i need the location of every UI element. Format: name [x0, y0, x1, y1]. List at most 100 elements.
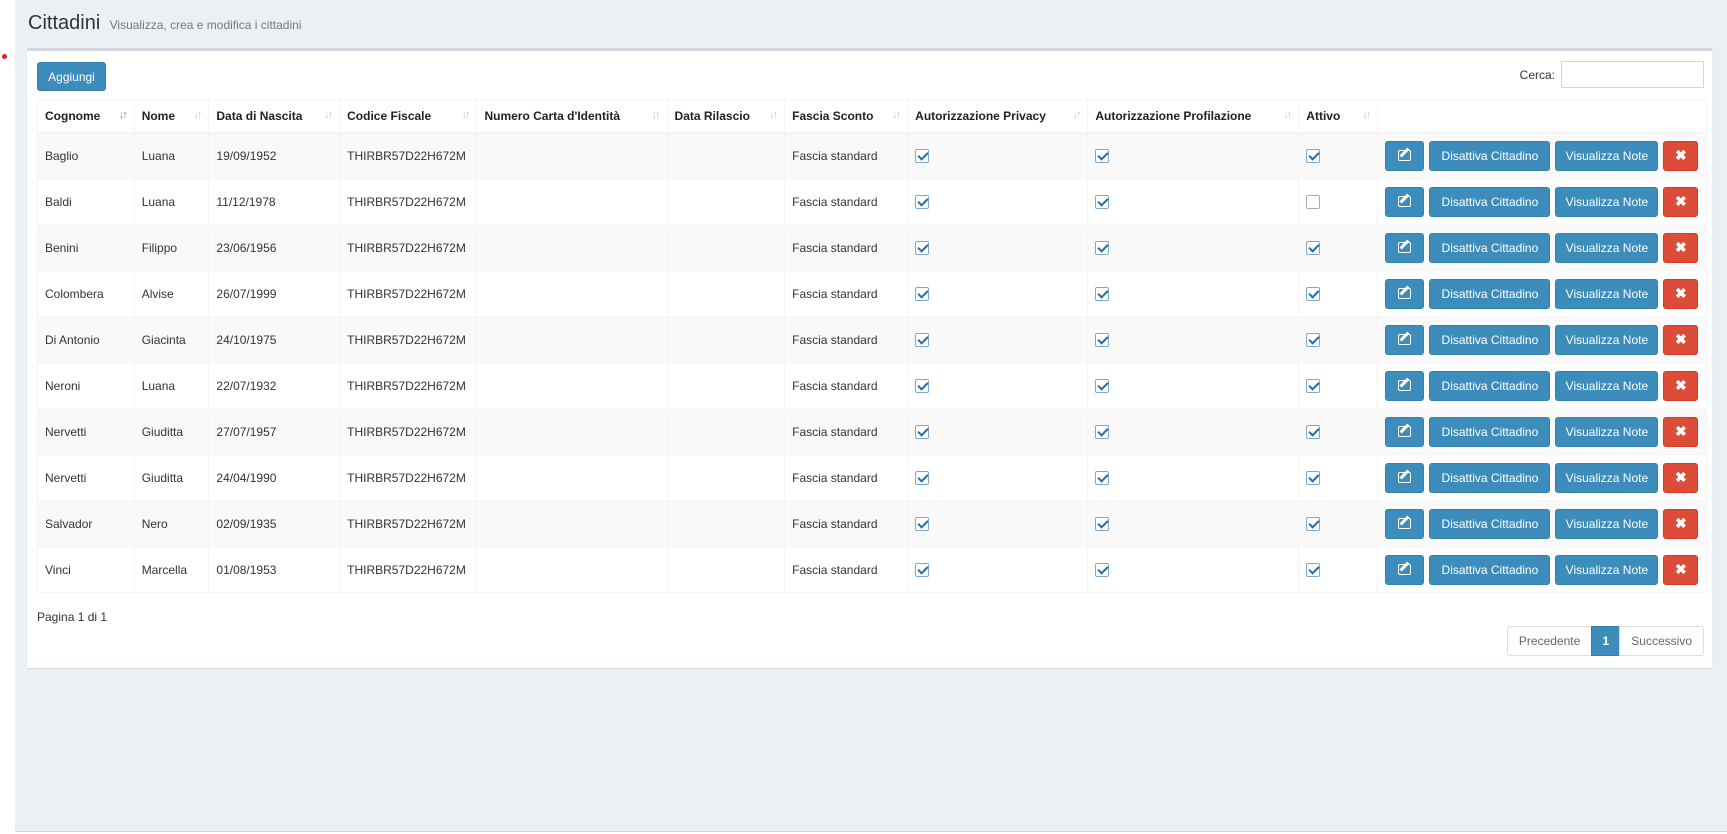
attivo-checkbox[interactable] [1306, 240, 1321, 255]
page-1-button[interactable]: 1 [1591, 626, 1621, 656]
next-page-button[interactable]: Successivo [1619, 626, 1704, 656]
edit-button[interactable] [1385, 186, 1425, 217]
profilazione-checkbox[interactable] [1095, 470, 1110, 485]
cell-actions: Disattiva Cittadino Visualizza Note ✖ [1377, 408, 1707, 455]
profilazione-checkbox[interactable] [1095, 286, 1110, 301]
column-header[interactable]: Codice Fiscale ↓↑ [339, 99, 478, 134]
column-header[interactable]: Numero Carta d'Identità ↓↑ [476, 99, 668, 134]
column-header[interactable]: Fascia Sconto ↓↑ [784, 99, 909, 134]
profilazione-checkbox[interactable] [1095, 424, 1110, 439]
privacy-checkbox[interactable] [915, 240, 930, 255]
deactivate-citizen-button[interactable]: Disattiva Cittadino [1429, 278, 1551, 309]
column-header-label: Cognome [45, 108, 101, 123]
edit-button[interactable] [1385, 324, 1425, 355]
column-header[interactable]: Data Rilascio ↓↑ [666, 99, 786, 134]
delete-button[interactable]: ✖ [1663, 186, 1699, 217]
delete-button[interactable]: ✖ [1663, 416, 1699, 447]
attivo-checkbox[interactable] [1306, 332, 1321, 347]
privacy-checkbox[interactable] [915, 194, 930, 209]
delete-button[interactable]: ✖ [1663, 278, 1699, 309]
deactivate-citizen-button[interactable]: Disattiva Cittadino [1429, 370, 1551, 401]
close-icon: ✖ [1675, 377, 1687, 393]
deactivate-citizen-button[interactable]: Disattiva Cittadino [1429, 508, 1551, 539]
profilazione-checkbox[interactable] [1095, 516, 1110, 531]
delete-button[interactable]: ✖ [1663, 370, 1699, 401]
edit-button[interactable] [1385, 140, 1425, 171]
attivo-checkbox[interactable] [1306, 378, 1321, 393]
attivo-checkbox[interactable] [1306, 470, 1321, 485]
edit-button[interactable] [1385, 462, 1425, 493]
privacy-checkbox[interactable] [915, 516, 930, 531]
view-notes-button[interactable]: Visualizza Note [1555, 370, 1659, 401]
column-header[interactable]: Attivo ↓↑ [1298, 99, 1379, 134]
edit-button[interactable] [1385, 416, 1425, 447]
view-notes-button[interactable]: Visualizza Note [1555, 278, 1659, 309]
privacy-checkbox[interactable] [915, 332, 930, 347]
page-header: Cittadini Visualizza, crea e modifica i … [28, 12, 301, 35]
privacy-checkbox[interactable] [915, 424, 930, 439]
attivo-checkbox[interactable] [1306, 194, 1321, 209]
view-notes-button[interactable]: Visualizza Note [1555, 508, 1659, 539]
column-header[interactable]: Autorizzazione Privacy ↓↑ [907, 99, 1089, 134]
edit-button[interactable] [1385, 370, 1425, 401]
edit-button[interactable] [1385, 508, 1425, 539]
column-header[interactable]: Autorizzazione Profilazione ↓↑ [1087, 99, 1300, 134]
table-row: Di Antonio Giacinta 24/10/1975 THIRBR57D22H… [37, 316, 1707, 363]
cell-nome: Luana [133, 132, 210, 179]
add-button[interactable]: Aggiungi [37, 62, 106, 91]
edit-button[interactable] [1385, 554, 1425, 585]
column-header-label: Data Rilascio [674, 108, 750, 123]
previous-page-button[interactable]: Precedente [1506, 626, 1593, 656]
profilazione-checkbox[interactable] [1095, 240, 1110, 255]
deactivate-citizen-button[interactable]: Disattiva Cittadino [1429, 416, 1551, 447]
search-input[interactable] [1561, 61, 1704, 88]
profilazione-checkbox[interactable] [1095, 562, 1110, 577]
cell-nome: Alvise [133, 270, 210, 317]
delete-button[interactable]: ✖ [1663, 232, 1699, 263]
column-header[interactable]: Data di Nascita ↓↑ [208, 99, 341, 134]
view-notes-button[interactable]: Visualizza Note [1555, 232, 1659, 263]
deactivate-citizen-button[interactable]: Disattiva Cittadino [1429, 554, 1551, 585]
profilazione-checkbox[interactable] [1095, 332, 1110, 347]
profilazione-checkbox[interactable] [1095, 194, 1110, 209]
view-notes-button[interactable]: Visualizza Note [1555, 462, 1659, 493]
attivo-checkbox[interactable] [1306, 424, 1321, 439]
attivo-checkbox[interactable] [1306, 562, 1321, 577]
deactivate-citizen-button[interactable]: Disattiva Cittadino [1429, 186, 1551, 217]
edit-button[interactable] [1385, 232, 1425, 263]
privacy-checkbox[interactable] [915, 470, 930, 485]
column-header[interactable]: Nome ↓↑ [133, 99, 210, 134]
profilazione-checkbox[interactable] [1095, 149, 1110, 164]
table-row: Salvador Nero 02/09/1935 THIRBR57D22H672M Fa… [37, 500, 1707, 547]
view-notes-button[interactable]: Visualizza Note [1555, 554, 1659, 585]
table-row: Nervetti Giuditta 27/07/1957 THIRBR57D22H67… [37, 408, 1707, 455]
delete-button[interactable]: ✖ [1663, 462, 1699, 493]
privacy-checkbox[interactable] [915, 562, 930, 577]
view-notes-button[interactable]: Visualizza Note [1555, 416, 1659, 447]
deactivate-citizen-button[interactable]: Disattiva Cittadino [1429, 140, 1551, 171]
view-notes-button[interactable]: Visualizza Note [1555, 324, 1659, 355]
attivo-checkbox[interactable] [1306, 516, 1321, 531]
delete-button[interactable]: ✖ [1663, 508, 1699, 539]
cell-rilascio [666, 178, 786, 225]
cell-profilazione [1087, 408, 1300, 455]
deactivate-citizen-button[interactable]: Disattiva Cittadino [1429, 232, 1551, 263]
view-notes-button[interactable]: Visualizza Note [1555, 140, 1659, 171]
privacy-checkbox[interactable] [915, 286, 930, 301]
column-header[interactable]: Cognome ↓↑ [37, 99, 135, 134]
cell-cf: THIRBR57D22H672M [339, 224, 478, 271]
view-notes-button[interactable]: Visualizza Note [1555, 186, 1659, 217]
cell-cf: THIRBR57D22H672M [339, 500, 478, 547]
privacy-checkbox[interactable] [915, 378, 930, 393]
delete-button[interactable]: ✖ [1663, 140, 1699, 171]
privacy-checkbox[interactable] [915, 149, 930, 164]
delete-button[interactable]: ✖ [1663, 324, 1699, 355]
edit-button[interactable] [1385, 278, 1425, 309]
deactivate-citizen-button[interactable]: Disattiva Cittadino [1429, 462, 1551, 493]
attivo-checkbox[interactable] [1306, 149, 1321, 164]
cell-carta [476, 224, 668, 271]
deactivate-citizen-button[interactable]: Disattiva Cittadino [1429, 324, 1551, 355]
attivo-checkbox[interactable] [1306, 286, 1321, 301]
profilazione-checkbox[interactable] [1095, 378, 1110, 393]
delete-button[interactable]: ✖ [1663, 554, 1699, 585]
